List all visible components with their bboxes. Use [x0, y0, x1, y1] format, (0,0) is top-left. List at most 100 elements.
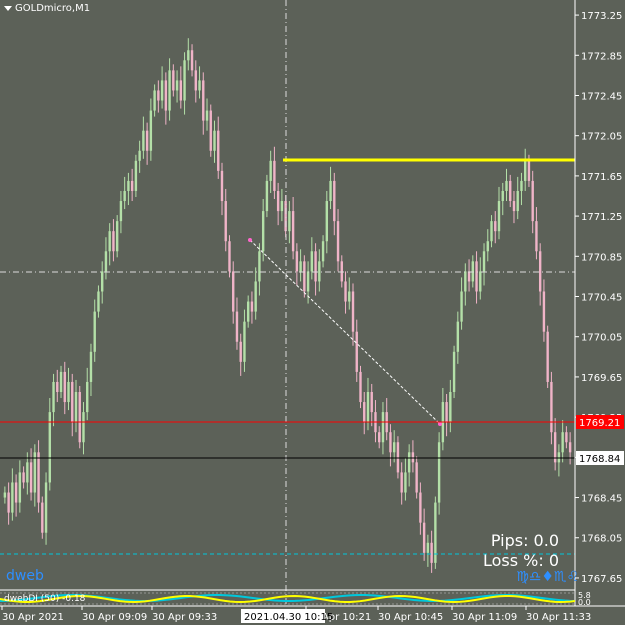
candle-body	[318, 261, 321, 282]
candle-body	[497, 201, 501, 232]
candle	[190, 44, 194, 77]
candle	[97, 285, 100, 318]
price-tick-label: 1772.45	[581, 91, 622, 102]
chart-window[interactable]: 1773.25 1772.85 1772.45 1772.05 1771.65 1771.…	[0, 0, 625, 625]
candle-body	[568, 442, 572, 453]
candle	[396, 436, 400, 479]
candle-body	[115, 221, 119, 252]
candle	[561, 420, 564, 463]
candle-body	[11, 482, 14, 513]
candle	[29, 448, 33, 501]
candle-body	[355, 331, 358, 372]
candle-body	[26, 462, 29, 483]
candle-body	[407, 452, 411, 473]
candle	[471, 255, 474, 288]
candle	[370, 383, 373, 427]
candle-body	[213, 130, 216, 151]
price-tick-label: 1770.05	[581, 333, 622, 344]
candle	[78, 385, 81, 449]
candle-body	[392, 442, 396, 453]
candle	[452, 345, 456, 399]
candle	[531, 170, 534, 234]
candle-body	[130, 180, 134, 191]
candle-body	[561, 432, 564, 453]
candle	[232, 261, 235, 324]
candle-body	[333, 180, 336, 222]
candle-body	[153, 90, 156, 111]
candle-body	[501, 190, 504, 202]
candle-body	[56, 381, 59, 392]
price-tick-label: 1772.05	[581, 132, 622, 143]
candle-body	[239, 341, 242, 362]
candle	[142, 116, 145, 159]
candle	[164, 72, 168, 125]
candle-body	[258, 251, 261, 282]
candle	[18, 460, 22, 513]
candle-body	[366, 392, 370, 423]
cursor-time-label: 2021.04.30 10:15	[244, 612, 333, 623]
candle	[490, 215, 493, 248]
price-tick-label: 1767.65	[581, 574, 622, 585]
candle-body	[217, 130, 220, 171]
candle	[333, 172, 336, 236]
candle-body	[524, 160, 527, 181]
trend-line	[249, 239, 441, 425]
candle	[359, 365, 362, 409]
candle-body	[359, 371, 362, 403]
candle-body	[276, 190, 280, 212]
candle	[385, 398, 388, 441]
candle-body	[464, 271, 467, 292]
candle-body	[351, 291, 355, 332]
candle-body	[482, 251, 486, 272]
candle-body	[265, 180, 269, 212]
symbol-timeframe-label[interactable]: GOLDmicro,M1	[4, 3, 90, 14]
candle-body	[456, 321, 460, 352]
candle	[321, 235, 325, 268]
candle	[400, 462, 403, 505]
candle	[538, 243, 542, 306]
candle	[542, 279, 546, 342]
price-tick-label: 1769.65	[581, 373, 622, 384]
candle	[509, 174, 512, 208]
candle	[89, 343, 93, 397]
price-tick-label: 1770.45	[581, 293, 622, 304]
candle	[213, 120, 216, 163]
candle-body	[310, 251, 314, 272]
candle	[340, 255, 343, 288]
candle-body	[108, 231, 111, 252]
candle-body	[546, 331, 549, 382]
candle-body	[336, 221, 340, 262]
candle	[138, 140, 141, 173]
candle	[419, 482, 422, 535]
dropdown-triangle-icon[interactable]	[4, 6, 12, 11]
candle	[44, 472, 48, 545]
candle	[63, 361, 66, 415]
candle	[415, 456, 418, 499]
candle-body	[209, 110, 212, 151]
candle	[535, 207, 538, 260]
candle-body	[142, 130, 145, 151]
time-tick-label: 30 Apr 09:09	[82, 612, 147, 623]
candle-body	[306, 271, 310, 292]
candle	[520, 172, 523, 206]
candle-body	[269, 160, 272, 181]
time-tick-label: 30 Apr 10:45	[378, 612, 443, 623]
price-tick-label: 1770.85	[581, 252, 622, 263]
candle	[119, 190, 123, 234]
candle	[318, 249, 321, 292]
candle-body	[288, 211, 291, 232]
candle-body	[119, 201, 123, 222]
candle	[378, 426, 381, 449]
candle-body	[7, 492, 10, 513]
candle-body	[71, 381, 74, 423]
candle	[329, 166, 332, 210]
candle	[565, 426, 568, 449]
candle	[568, 432, 572, 465]
candle	[145, 122, 149, 165]
candle	[314, 243, 317, 296]
candle	[11, 468, 14, 521]
candle-body	[325, 201, 329, 242]
candle-body	[378, 432, 381, 443]
candle	[3, 486, 7, 504]
candle	[467, 259, 471, 292]
